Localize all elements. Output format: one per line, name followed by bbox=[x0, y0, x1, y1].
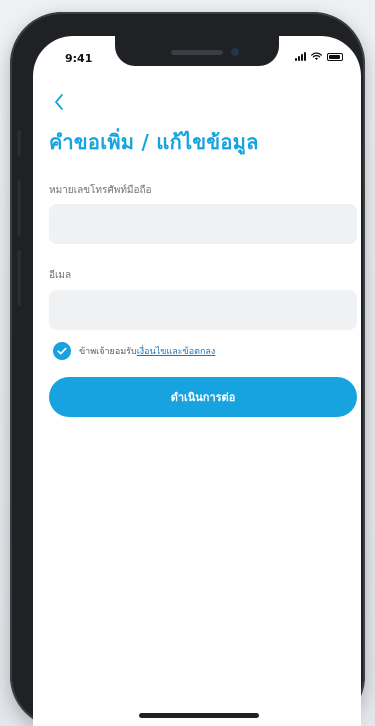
volume-up-button bbox=[17, 180, 21, 236]
terms-link[interactable]: เงื่อนไขและข้อตกลง bbox=[137, 344, 216, 358]
cellular-signal-icon bbox=[295, 52, 306, 61]
email-input[interactable] bbox=[49, 290, 357, 330]
page-title: คำขอเพิ่ม / แก้ไขข้อมูล bbox=[49, 130, 259, 154]
front-camera bbox=[231, 48, 239, 56]
consent-checkbox[interactable] bbox=[53, 342, 71, 360]
continue-button[interactable]: ดำเนินการต่อ bbox=[49, 377, 357, 417]
battery-icon bbox=[327, 52, 343, 61]
speaker-grille bbox=[171, 50, 223, 55]
checkmark-icon bbox=[57, 347, 67, 355]
status-time: 9:41 bbox=[65, 52, 93, 65]
phone-number-input[interactable] bbox=[49, 204, 357, 244]
mute-switch bbox=[17, 130, 21, 156]
stage: 9:41 คำขอเพิ่ม / แก้ไขข้อมูล หมายเลขโทรศ… bbox=[0, 0, 375, 726]
back-button[interactable] bbox=[47, 90, 71, 114]
screen: 9:41 คำขอเพิ่ม / แก้ไขข้อมูล หมายเลขโทรศ… bbox=[33, 36, 361, 726]
consent-text: ข้าพเจ้ายอมรับ bbox=[79, 347, 137, 357]
phone-frame: 9:41 คำขอเพิ่ม / แก้ไขข้อมูล หมายเลขโทรศ… bbox=[10, 12, 365, 726]
wifi-icon bbox=[311, 52, 322, 61]
phone-number-label: หมายเลขโทรศัพท์มือถือ bbox=[49, 185, 152, 196]
home-indicator bbox=[139, 713, 259, 718]
status-icons bbox=[295, 52, 343, 61]
volume-down-button bbox=[17, 250, 21, 306]
consent-row: ข้าพเจ้ายอมรับ เงื่อนไขและข้อตกลง bbox=[53, 342, 215, 360]
chevron-left-icon bbox=[55, 94, 63, 110]
email-label: อีเมล bbox=[49, 270, 72, 281]
notch bbox=[115, 36, 279, 66]
